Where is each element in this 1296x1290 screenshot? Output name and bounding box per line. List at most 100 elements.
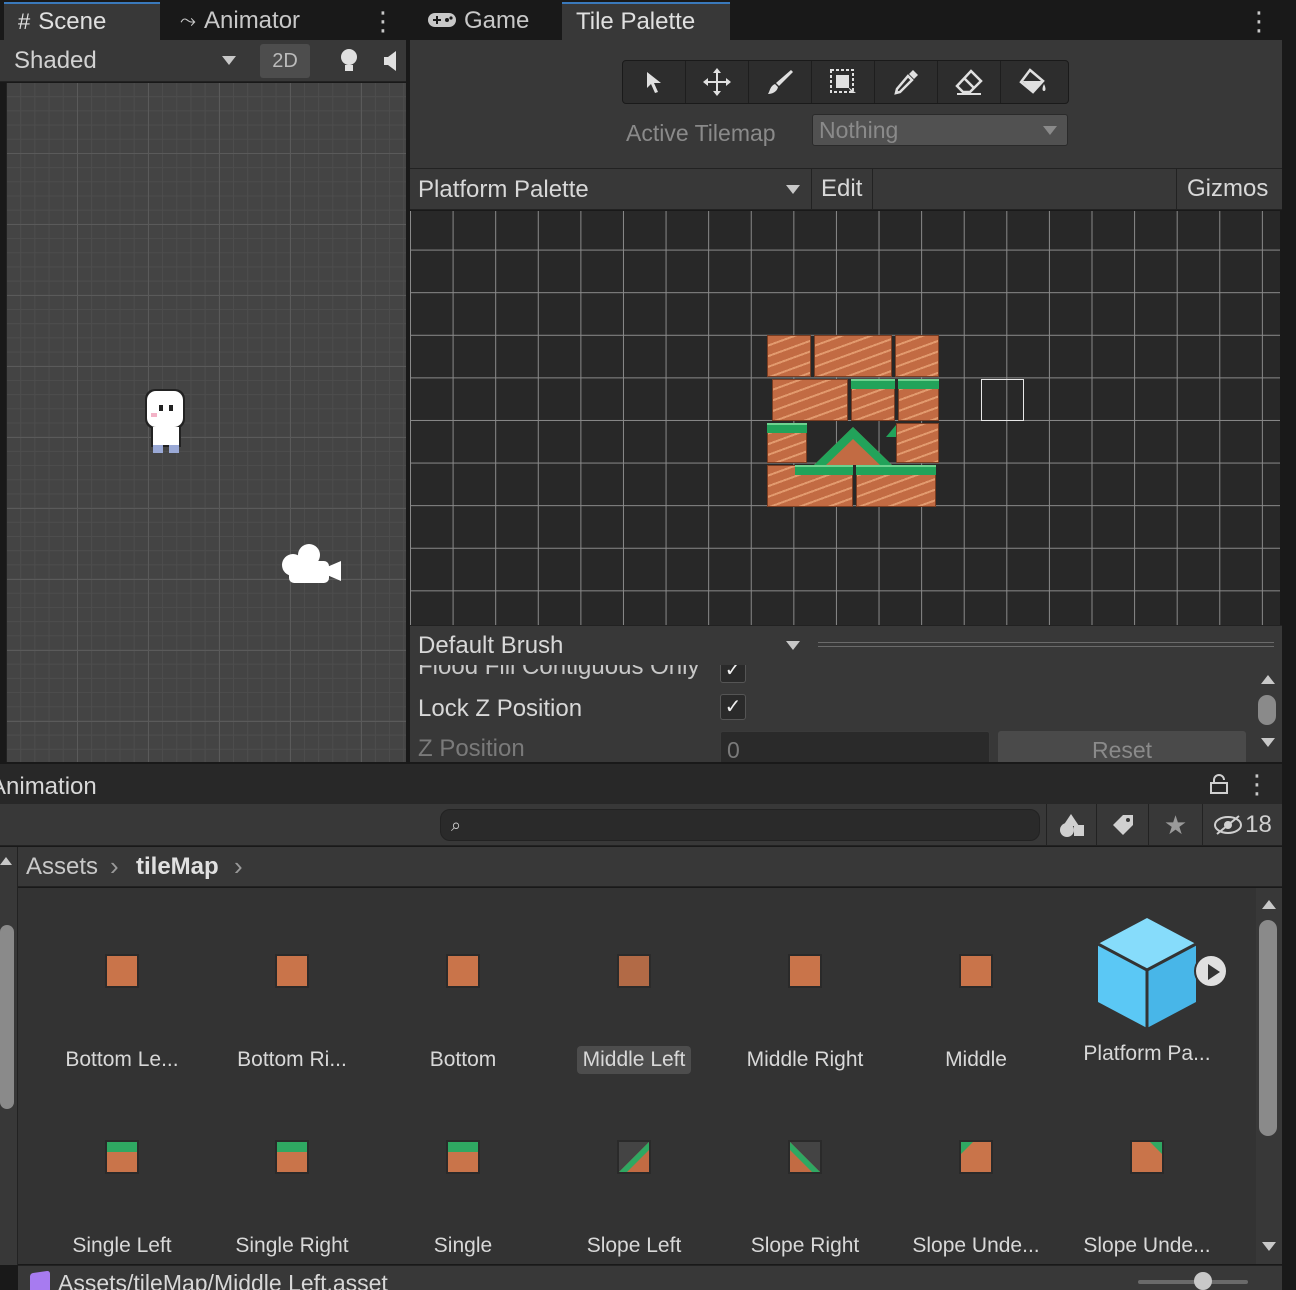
shading-mode-dropdown[interactable]: Shaded: [0, 40, 248, 82]
scroll-down-icon[interactable]: [1261, 738, 1275, 747]
mode-2d-toggle[interactable]: 2D: [260, 44, 310, 78]
palette-menu-icon[interactable]: ⋮: [1246, 8, 1272, 34]
flood-fill-checkbox[interactable]: ✓: [720, 665, 746, 683]
brush-selector-dropdown[interactable]: Default Brush: [410, 626, 812, 666]
panel-splitter[interactable]: [406, 0, 410, 764]
eraser-tool-button[interactable]: [938, 61, 1001, 103]
lock-icon[interactable]: [1210, 774, 1228, 799]
asset-grid-scrollbar[interactable]: [1256, 888, 1282, 1264]
palette-tile[interactable]: [895, 335, 939, 377]
picker-tool-button[interactable]: [875, 61, 938, 103]
expand-play-icon[interactable]: [1194, 954, 1228, 988]
filter-by-type-icon[interactable]: [1046, 804, 1096, 846]
scroll-up-icon[interactable]: [1262, 900, 1276, 909]
asset-label: Slope Unde...: [912, 1234, 1040, 1257]
asset-grid: Bottom Le... Bottom Ri... Bottom Middle …: [18, 888, 1256, 1264]
window-right-edge: [1282, 0, 1296, 1290]
select-tool-button[interactable]: [623, 61, 686, 103]
project-menu-icon[interactable]: ⋮: [1244, 771, 1270, 797]
brush-settings-scrollbar[interactable]: [1256, 675, 1280, 759]
palette-slope-tile[interactable]: [810, 423, 896, 465]
hidden-count: 18: [1245, 811, 1272, 838]
asset-item[interactable]: Single Left: [37, 1140, 207, 1260]
camera-gizmo-icon[interactable]: [281, 543, 343, 587]
palette-selector-dropdown[interactable]: Platform Palette: [410, 169, 812, 209]
tile-thumbnail: [788, 1140, 822, 1174]
filter-by-label-icon[interactable]: [1096, 804, 1148, 846]
scene-viewport[interactable]: [6, 83, 406, 762]
lighting-toggle-icon[interactable]: [326, 44, 372, 78]
box-fill-tool-button[interactable]: [812, 61, 875, 103]
audio-toggle-icon[interactable]: [382, 44, 406, 78]
palette-grid[interactable]: [410, 211, 1280, 625]
lock-z-checkbox[interactable]: ✓: [720, 694, 746, 720]
player-sprite[interactable]: [137, 387, 193, 457]
palette-tile[interactable]: [896, 423, 939, 463]
z-position-value: 0: [727, 737, 740, 762]
asset-item[interactable]: Bottom Ri...: [207, 954, 377, 1074]
asset-label: Platform Pa...: [1083, 1042, 1211, 1065]
breadcrumb-assets[interactable]: Assets: [26, 853, 98, 881]
search-icon: ⌕: [451, 815, 462, 835]
edit-palette-button[interactable]: Edit: [813, 169, 873, 209]
asset-item[interactable]: Slope Unde...: [891, 1140, 1061, 1260]
scroll-down-icon[interactable]: [1262, 1242, 1276, 1251]
scroll-thumb[interactable]: [1259, 920, 1277, 1136]
fill-tool-button[interactable]: [1001, 61, 1064, 103]
asset-item-prefab[interactable]: Platform Pa...: [1062, 916, 1232, 1068]
brush-name: Default Brush: [418, 632, 564, 659]
tile-asset-icon: [30, 1270, 50, 1290]
asset-item[interactable]: Single: [378, 1140, 548, 1260]
tile-thumbnail: [275, 954, 309, 988]
paint-brush-icon: [768, 70, 793, 94]
asset-item[interactable]: Bottom Le...: [37, 954, 207, 1074]
box-fill-icon: [830, 69, 856, 96]
asset-item[interactable]: Middle: [891, 954, 1061, 1074]
tab-game[interactable]: Game: [414, 2, 543, 40]
move-tool-button[interactable]: [686, 61, 749, 103]
lock-z-label: Lock Z Position: [418, 695, 583, 722]
tool-strip: [622, 60, 1069, 104]
active-tilemap-dropdown[interactable]: Nothing: [812, 114, 1068, 146]
palette-tile[interactable]: [814, 335, 892, 377]
scene-menu-icon[interactable]: ⋮: [370, 8, 396, 34]
tile-thumbnail: [959, 1140, 993, 1174]
hash-icon: #: [18, 9, 31, 34]
scroll-thumb[interactable]: [1258, 695, 1276, 725]
asset-item[interactable]: Slope Unde...: [1062, 1140, 1232, 1260]
asset-item[interactable]: Single Right: [207, 1140, 377, 1260]
tab-tile-palette[interactable]: Tile Palette: [562, 2, 730, 40]
reset-button[interactable]: Reset: [998, 731, 1246, 762]
project-panel-title[interactable]: Animation: [0, 773, 97, 801]
tree-scroll-up-icon[interactable]: [0, 857, 12, 865]
tab-scene-label: Scene: [38, 8, 107, 35]
z-position-field[interactable]: 0: [720, 731, 990, 762]
z-position-label: Z Position: [418, 735, 525, 762]
slider-handle[interactable]: [1194, 1272, 1212, 1290]
search-input[interactable]: ⌕: [440, 809, 1040, 841]
status-path: Assets/tileMap/Middle Left.asset: [58, 1270, 388, 1290]
tile-thumbnail: [617, 1140, 651, 1174]
thumbnail-size-slider[interactable]: [1138, 1272, 1248, 1290]
tab-animator[interactable]: ⤳ Animator: [166, 2, 314, 40]
gizmos-button[interactable]: Gizmos: [1176, 169, 1282, 209]
tile-thumbnail: [105, 954, 139, 988]
project-tabbar: Animation ⋮: [0, 764, 1282, 804]
tab-scene[interactable]: # Scene: [4, 2, 160, 40]
palette-tile[interactable]: [772, 379, 848, 421]
palette-tile[interactable]: [767, 335, 811, 377]
hidden-packages-toggle[interactable]: 18: [1202, 804, 1282, 846]
asset-item[interactable]: Bottom: [378, 954, 548, 1074]
paint-brush-tool-button[interactable]: [749, 61, 812, 103]
eye-slash-icon: [1214, 815, 1243, 835]
asset-item[interactable]: Slope Right: [720, 1140, 890, 1260]
breadcrumb-tilemap[interactable]: tileMap: [136, 853, 219, 881]
asset-item[interactable]: Slope Left: [549, 1140, 719, 1260]
asset-item[interactable]: Middle Right: [720, 954, 890, 1074]
gamepad-icon: [428, 2, 456, 40]
folder-tree-pane[interactable]: [0, 847, 18, 1265]
scroll-up-icon[interactable]: [1261, 675, 1275, 684]
tree-scroll-thumb[interactable]: [0, 925, 14, 1109]
asset-item-selected[interactable]: Middle Left: [549, 954, 719, 1074]
favorites-star-icon[interactable]: ★: [1148, 804, 1202, 846]
